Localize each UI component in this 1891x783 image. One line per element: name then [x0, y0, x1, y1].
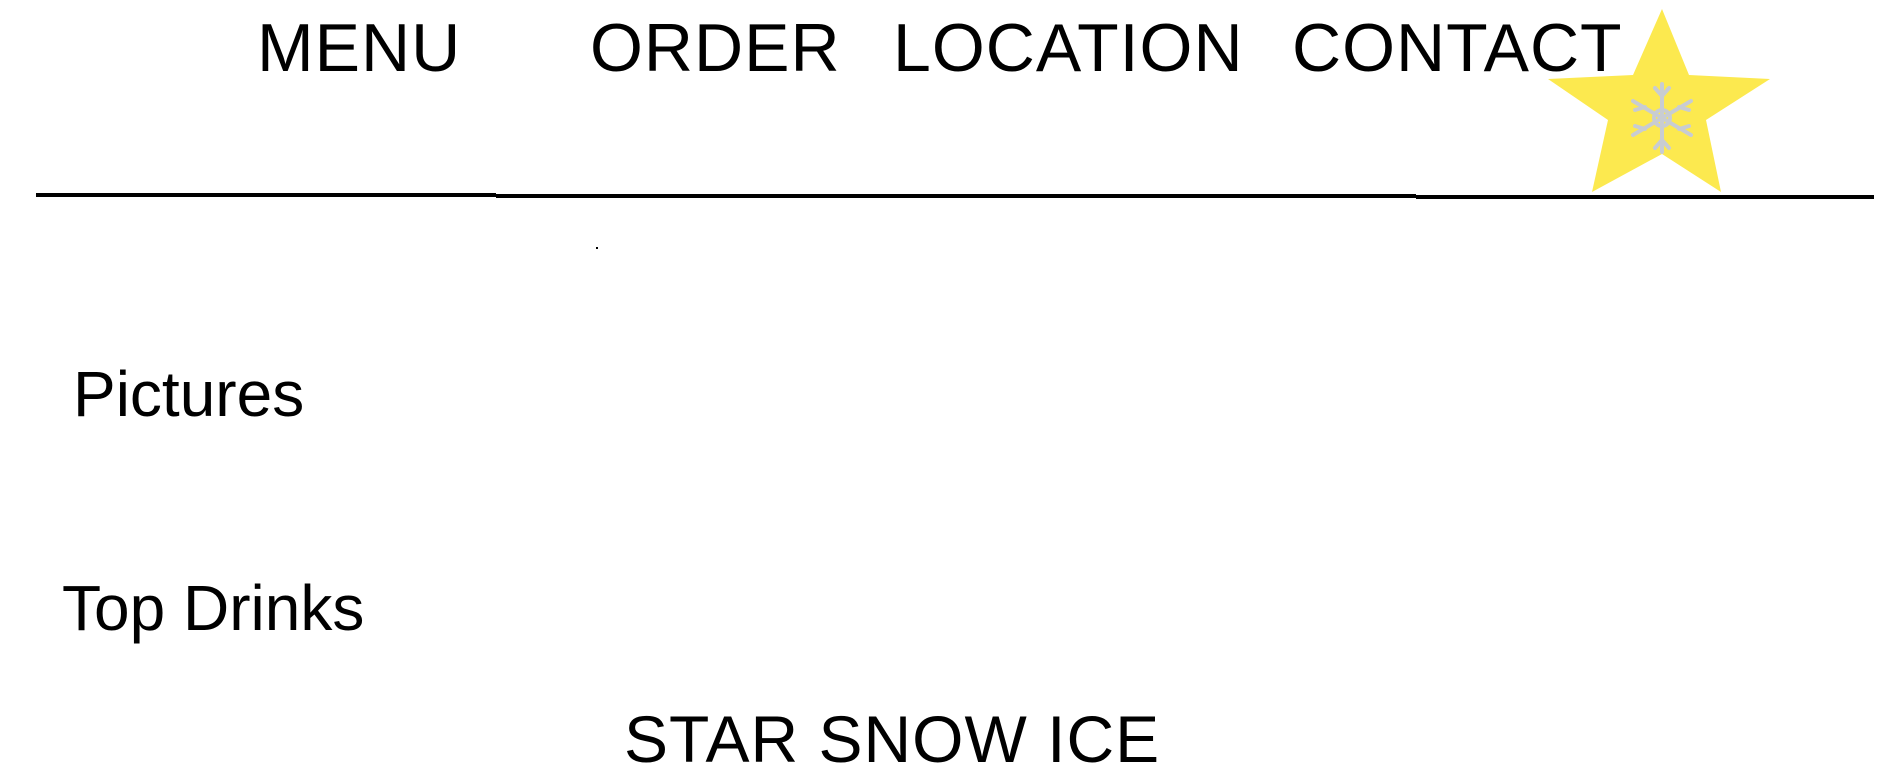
star-logo-icon [1548, 9, 1770, 192]
header-divider [36, 193, 1874, 199]
nav-menu-link[interactable]: MENU [257, 8, 461, 88]
brand-name: STAR SNOW ICE [624, 702, 1161, 776]
stray-dot [596, 247, 598, 249]
top-drinks-section-label: Top Drinks [62, 572, 365, 644]
pictures-section-label: Pictures [73, 358, 305, 430]
nav-location-link[interactable]: LOCATION [893, 8, 1244, 88]
nav-order-link[interactable]: ORDER [590, 8, 841, 88]
star-shape [1548, 9, 1770, 192]
star-snowflake-logo[interactable] [1545, 6, 1777, 196]
